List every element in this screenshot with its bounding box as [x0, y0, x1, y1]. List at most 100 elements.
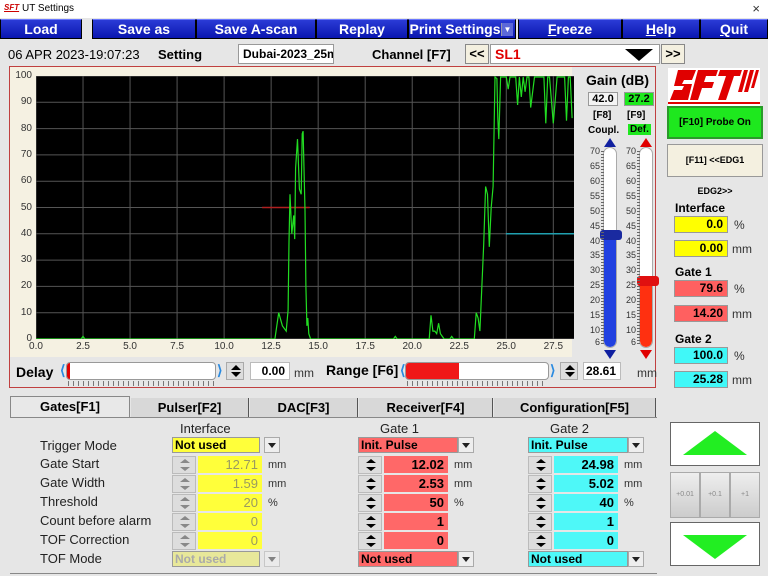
trigger-mode-dropdown-icon[interactable]: [628, 437, 644, 453]
replay-button[interactable]: Replay: [316, 19, 408, 39]
step-1-button[interactable]: +1: [730, 472, 760, 518]
x-tick-label: 15.0: [308, 341, 328, 352]
gate-width-field[interactable]: 1.59: [198, 475, 262, 492]
threshold-spinner[interactable]: [172, 494, 196, 512]
gate-start-field[interactable]: 12.02: [384, 456, 448, 473]
setting-name-field[interactable]: Dubai-2023_25mm: [238, 44, 334, 64]
count-before-alarm-field[interactable]: 1: [554, 513, 618, 530]
gate-width-spinner[interactable]: [358, 475, 382, 493]
range-value[interactable]: 28.61: [583, 362, 621, 380]
range-spinner[interactable]: [560, 362, 578, 380]
gate-start-field[interactable]: 12.71: [198, 456, 262, 473]
step-0.1-button[interactable]: +0.1: [700, 472, 730, 518]
trigger-mode-select[interactable]: Init. Pulse: [528, 437, 628, 453]
threshold-field[interactable]: 50: [384, 494, 448, 511]
tof-mode-dropdown-icon[interactable]: [458, 551, 474, 567]
gate-width-spinner[interactable]: [172, 475, 196, 493]
threshold-spinner[interactable]: [358, 494, 382, 512]
quit-label: uit: [730, 21, 748, 37]
default-down-arrow-icon[interactable]: [640, 350, 652, 359]
trigger-mode-select[interactable]: Not used: [172, 437, 260, 453]
range-right-bracket-icon: ⟩: [550, 362, 556, 378]
trigger-mode-dropdown-icon[interactable]: [264, 437, 280, 453]
step-0.01-button[interactable]: +0.01: [670, 472, 700, 518]
prev-channel-button[interactable]: <<: [465, 44, 489, 64]
gate-start-spinner[interactable]: [528, 456, 552, 474]
gate-width-field[interactable]: 2.53: [384, 475, 448, 492]
tof-correction-spinner[interactable]: [172, 532, 196, 550]
gate-width-spinner[interactable]: [528, 475, 552, 493]
count-before-alarm-spinner[interactable]: [528, 513, 552, 531]
tof-mode-select[interactable]: Not used: [528, 551, 628, 567]
x-tick-label: 5.0: [123, 341, 137, 352]
trigger-mode-dropdown-icon[interactable]: [458, 437, 474, 453]
threshold-field[interactable]: 40: [554, 494, 618, 511]
tab-pulser[interactable]: Pulser[F2]: [131, 398, 249, 417]
tof-correction-field[interactable]: 0: [384, 532, 448, 549]
tof-correction-spinner[interactable]: [528, 532, 552, 550]
gain-scale-label: 65: [589, 160, 600, 171]
delay-spinner[interactable]: [226, 362, 244, 380]
count-before-alarm-spinner[interactable]: [358, 513, 382, 531]
coupling-down-arrow-icon[interactable]: [604, 350, 616, 359]
help-button[interactable]: Help: [622, 19, 700, 39]
load-button[interactable]: Load: [0, 19, 82, 39]
quit-button[interactable]: Quit: [700, 19, 768, 39]
tof-mode-dropdown-icon[interactable]: [628, 551, 644, 567]
count-before-alarm-field[interactable]: 0: [198, 513, 262, 530]
decrement-button[interactable]: [670, 522, 760, 566]
tab-gates[interactable]: Gates[F1]: [10, 396, 130, 418]
gate-width-unit: mm: [624, 478, 643, 490]
dropdown-arrow-icon[interactable]: ▼: [501, 23, 513, 36]
tof-mode-dropdown-icon[interactable]: [264, 551, 280, 567]
threshold-spinner[interactable]: [528, 494, 552, 512]
edg-toggle-button[interactable]: [F11] <<EDG1 EDG2>>: [667, 144, 763, 196]
coupling-gain-slider[interactable]: [603, 147, 617, 348]
default-gain-slider[interactable]: [639, 147, 653, 348]
tof-correction-spinner[interactable]: [358, 532, 382, 550]
x-tick-label: 0.0: [29, 341, 43, 352]
delay-slider[interactable]: [66, 362, 216, 380]
datetime-display: 06 APR 2023-19:07:23: [8, 47, 140, 62]
ascan-plot[interactable]: [36, 76, 574, 339]
help-hotkey: H: [645, 21, 656, 37]
gate-width-field[interactable]: 5.02: [554, 475, 618, 492]
increment-button[interactable]: [670, 422, 760, 466]
threshold-field[interactable]: 20: [198, 494, 262, 511]
tab-receiver[interactable]: Receiver[F4]: [359, 398, 493, 417]
y-tick-label: 80: [20, 122, 32, 134]
tof-mode-select[interactable]: Not used: [172, 551, 260, 567]
tof-mode-select[interactable]: Not used: [358, 551, 458, 567]
default-gain-thumb[interactable]: [637, 276, 659, 287]
trigger-mode-select[interactable]: Init. Pulse: [358, 437, 458, 453]
gate-start-spinner[interactable]: [358, 456, 382, 474]
chevron-down-icon[interactable]: [625, 49, 653, 61]
save-as-button[interactable]: Save as: [92, 19, 196, 39]
freeze-button[interactable]: Freeze: [518, 19, 622, 39]
probe-on-button[interactable]: [F10] Probe On: [667, 106, 763, 139]
gain-title: Gain (dB): [586, 72, 649, 88]
range-slider[interactable]: [405, 362, 549, 380]
gate1-pos-unit: mm: [732, 307, 752, 321]
count-before-alarm-field[interactable]: 1: [384, 513, 448, 530]
coupling-gain-value[interactable]: 42.0: [588, 92, 618, 106]
tab-dac[interactable]: DAC[F3]: [250, 398, 358, 417]
close-icon[interactable]: ×: [752, 1, 760, 16]
coupling-up-arrow-icon[interactable]: [604, 138, 616, 147]
gate-start-spinner[interactable]: [172, 456, 196, 474]
default-up-arrow-icon[interactable]: [640, 138, 652, 147]
gate-start-field[interactable]: 24.98: [554, 456, 618, 473]
tof-correction-field[interactable]: 0: [198, 532, 262, 549]
delay-value[interactable]: 0.00: [250, 362, 290, 380]
count-before-alarm-spinner[interactable]: [172, 513, 196, 531]
setting-label: Setting: [158, 47, 203, 62]
y-tick-label: 100: [15, 70, 32, 81]
range-label: Range [F6]: [326, 362, 399, 378]
next-channel-button[interactable]: >>: [661, 44, 685, 64]
tof-correction-field[interactable]: 0: [554, 532, 618, 549]
save-ascan-button[interactable]: Save A-scan: [196, 19, 316, 39]
default-gain-value[interactable]: 27.2: [624, 92, 654, 106]
tab-configuration[interactable]: Configuration[F5]: [494, 398, 656, 417]
channel-select[interactable]: SL1: [490, 44, 660, 64]
print-settings-button[interactable]: Print Settings ▼: [408, 19, 516, 39]
